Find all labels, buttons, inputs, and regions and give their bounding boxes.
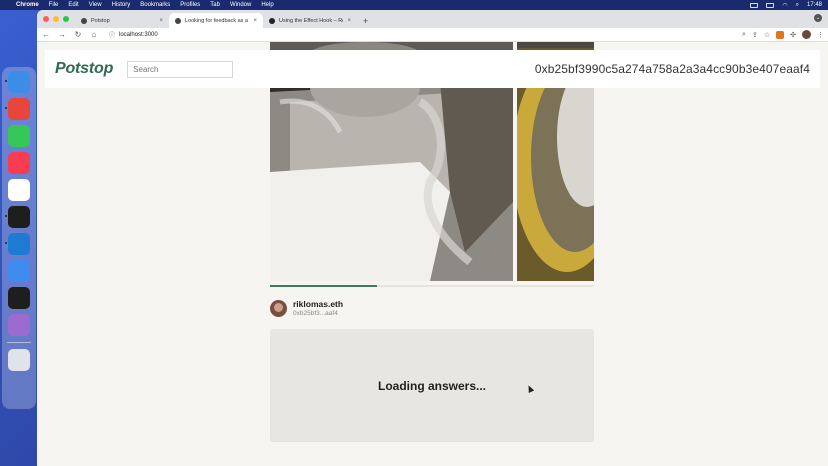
running-indicator [5,215,7,217]
tab-title: Looking for feedback as a beginner [185,17,249,24]
menu-bookmarks[interactable]: Bookmarks [140,2,170,8]
tab-strip: Potstop × Looking for feedback as a begi… [37,10,828,28]
battery-icon[interactable] [766,2,775,8]
slack-icon[interactable] [8,179,30,201]
running-indicator [5,242,7,244]
menu-profiles[interactable]: Profiles [180,2,200,8]
tab-close-icon[interactable]: × [159,18,163,24]
tab-close-icon[interactable]: × [347,18,351,24]
zoom-icon[interactable]: ⌕ [742,31,746,39]
dock-separator [7,342,31,343]
forward-icon[interactable]: → [57,30,67,39]
tab-title: Using the Effect Hook – React [279,17,343,24]
address-text: localhost:3000 [119,31,158,38]
menu-tab[interactable]: Tab [210,2,220,8]
metamask-extension-icon[interactable] [776,30,785,39]
figma-icon[interactable] [8,287,30,309]
menu-help[interactable]: Help [261,2,273,8]
answers-loading-text: Loading answers... [377,378,487,393]
post-author[interactable]: riklomas.eth 0xb25bf3...aaf4 [270,299,343,317]
close-window-button[interactable] [43,16,49,22]
author-short-address: 0xb25bf3...aaf4 [293,310,338,317]
running-indicator [5,80,7,82]
menu-window[interactable]: Window [230,2,251,8]
browser-toolbar: ← → ↻ ⌂ ⓘ localhost:3000 ⌕ ⇪ ☆ ✣ ⋮ [37,28,828,42]
tab-react-effect-hook[interactable]: Using the Effect Hook – React × [263,13,357,28]
trash-icon[interactable] [8,349,30,371]
reload-icon[interactable]: ↻ [73,30,83,39]
music-icon[interactable] [8,152,30,174]
bookmark-star-icon[interactable]: ☆ [764,31,770,39]
menu-history[interactable]: History [112,2,131,8]
site-header: Potstop 0xb25bf3990c5a274a758a2a3a4cc90b… [45,50,820,88]
photo-progress-fill [270,285,377,287]
home-icon[interactable]: ⌂ [89,30,99,39]
vscode-icon[interactable] [5,233,30,255]
photo-progress-bar [270,285,594,287]
mail-icon[interactable] [8,260,30,282]
spotlight-icon[interactable]: ⌕ [796,2,799,9]
messages-icon[interactable] [8,125,30,147]
page-viewport: Potstop 0xb25bf3990c5a274a758a2a3a4cc90b… [37,42,828,466]
more-menu-icon[interactable]: ⋮ [817,31,824,39]
finder-icon[interactable] [5,71,30,93]
mac-menu-bar: Chrome File Edit View History Bookmarks … [0,0,828,10]
tab-close-icon[interactable]: × [253,18,257,24]
menu-edit[interactable]: Edit [68,2,78,8]
extensions-puzzle-icon[interactable]: ✣ [790,31,796,39]
tab-potstop[interactable]: Potstop × [75,13,169,28]
menu-app-name[interactable]: Chrome [16,2,39,8]
answers-panel: Loading answers... [270,329,594,442]
tab-title: Potstop [91,17,110,24]
running-indicator [5,107,7,109]
new-tab-button[interactable]: + [357,13,374,28]
tab-search-icon[interactable]: ⌄ [814,14,822,22]
profile-avatar[interactable] [802,30,811,39]
menu-file[interactable]: File [49,2,59,8]
share-icon[interactable]: ⇪ [752,31,758,39]
window-controls [41,10,75,28]
wifi-icon[interactable]: ◠ [782,2,787,9]
tab-feedback[interactable]: Looking for feedback as a beginner × [169,13,263,28]
search-input[interactable] [127,60,234,78]
tab-favicon-icon [175,17,181,24]
tab-favicon-icon [269,17,275,24]
menu-clock[interactable]: 17:48 [807,2,822,8]
dock [2,67,36,409]
wallet-address[interactable]: 0xb25bf3990c5a274a758a2a3a4cc90b3e407eaa… [535,62,810,76]
menu-view[interactable]: View [89,2,102,8]
chrome-window: Potstop × Looking for feedback as a begi… [37,10,828,466]
author-name[interactable]: riklomas.eth [293,299,343,309]
photos-icon[interactable] [8,314,30,336]
terminal-icon[interactable] [5,206,30,228]
back-icon[interactable]: ← [41,30,51,39]
author-avatar[interactable] [270,299,287,317]
chrome-icon[interactable] [5,98,30,120]
status-icon[interactable] [750,2,759,8]
zoom-window-button[interactable] [63,16,69,22]
tab-favicon-icon [81,17,87,24]
address-bar[interactable]: ⓘ localhost:3000 [105,29,737,40]
site-logo[interactable]: Potstop [55,60,113,78]
minimize-window-button[interactable] [53,16,59,22]
site-info-icon[interactable]: ⓘ [109,30,115,39]
